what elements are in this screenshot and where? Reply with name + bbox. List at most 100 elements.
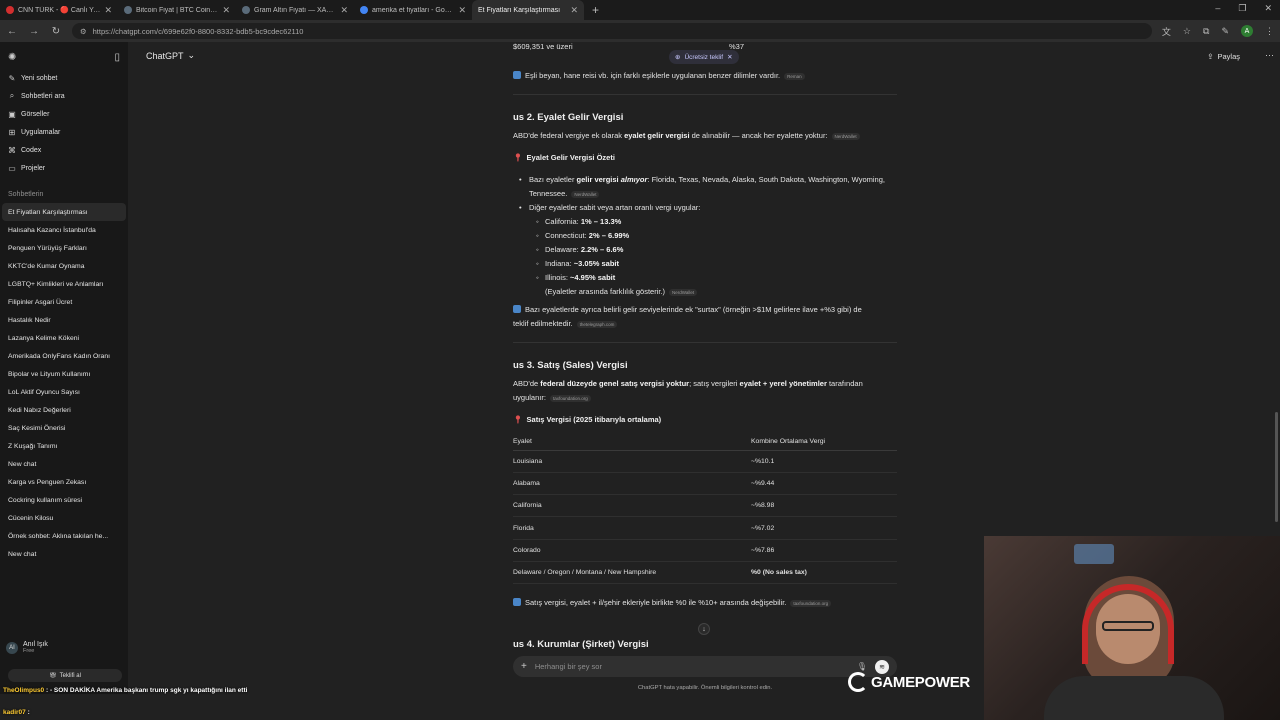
minimize-icon[interactable]: – (1215, 3, 1220, 14)
table-row: Florida ~%7.02 (513, 516, 897, 540)
share-icon: ⇪ (1207, 52, 1214, 61)
edit-icon[interactable]: ✎ (1221, 26, 1229, 37)
image-icon: ▣ (8, 109, 16, 119)
bookmark-icon[interactable]: ☆ (1183, 26, 1191, 37)
browser-tab-active[interactable]: Et Fiyatları Karşılaştırması ✕ (472, 0, 584, 20)
citation-badge[interactable]: Reman (784, 72, 805, 80)
paragraph: Bazı eyaletlerde ayrıca belirli gelir se… (513, 305, 862, 314)
profile-avatar[interactable]: A (1240, 25, 1253, 37)
chat-list-item[interactable]: Amerikada OnlyFans Kadın Oranı (0, 347, 128, 365)
table-cell: Louisiana (513, 450, 751, 473)
stream-chat-message: TheOlimpus0 : - SON DAKİKA Amerika başka… (3, 687, 248, 694)
sidebar-item-images[interactable]: ▣ Görseller (0, 105, 128, 123)
paragraph: ABD'de federal vergiye ek olarak eyalet … (513, 131, 860, 140)
sidebar-item-codex[interactable]: ⌘ Codex (0, 141, 128, 159)
chat-list-item[interactable]: Kedi Nabız Değerleri (0, 401, 128, 419)
table-cell: ~%7.86 (751, 539, 897, 562)
table-cell: ~%7.02 (751, 516, 897, 540)
background-light (1074, 544, 1114, 564)
sidebar-item-search[interactable]: ⌕ Sohbetleri ara (0, 87, 128, 105)
citation-badge[interactable]: NerdWallet (669, 288, 698, 296)
chat-list-item[interactable]: Cücenin Kilosu (0, 509, 128, 527)
user-profile[interactable]: AI Anıl Işık Free (6, 641, 48, 654)
chat-list-item[interactable]: Filipinler Asgari Ücret (0, 293, 128, 311)
chat-list-item[interactable]: Cockring kullanım süresi (0, 491, 128, 509)
table-row: Delaware / Oregon / Montana / New Hampsh… (513, 561, 897, 585)
table-cell: ~%9.44 (751, 472, 897, 496)
close-window-icon[interactable]: ✕ (1264, 3, 1272, 14)
chat-list-item[interactable]: LGBTQ+ Kimlikleri ve Anlamları (0, 275, 128, 293)
paragraph-continued: uygulanır: taxfoundation.org (513, 393, 591, 402)
chat-list-item[interactable]: New chat (0, 455, 128, 473)
sub-list-item: California: 1% – 13.3% (536, 217, 621, 226)
sidebar: ✺ ▯ ✎ Yeni sohbet ⌕ Sohbetleri ara ▣ Görsel… (0, 42, 128, 694)
paragraph: Satış vergisi, eyalet + il/şehir ekleriy… (513, 598, 832, 607)
citation-badge[interactable]: thetelegraph.com (576, 320, 618, 328)
forward-icon[interactable]: → (28, 26, 40, 37)
site-info-icon[interactable]: ⚙ (80, 27, 87, 36)
close-icon[interactable]: ✕ (104, 5, 112, 16)
attach-plus-icon[interactable]: + (521, 661, 527, 672)
note-line: Eşli beyan, hane reisi vb. için farklı e… (513, 71, 805, 80)
reload-icon[interactable]: ↻ (50, 26, 62, 37)
citation-badge[interactable]: taxfoundation.org (790, 599, 832, 607)
scrollbar[interactable] (1275, 412, 1278, 522)
message-composer: + 🎙︎ ≋ (513, 656, 897, 677)
sidebar-item-projects[interactable]: ▭ Projeler (0, 159, 128, 177)
chat-list-item[interactable]: Halısaha Kazancı İstanbul'da (0, 221, 128, 239)
browser-tab[interactable]: CNN TÜRK - 🔴 Canlı Yayın ✕ (0, 0, 118, 20)
code-icon: ⌘ (8, 145, 16, 155)
share-button[interactable]: ⇪ Paylaş (1207, 52, 1240, 61)
prompt-input[interactable] (534, 662, 849, 671)
chat-list-item[interactable]: Z Kuşağı Tanımı (0, 437, 128, 455)
openai-logo-icon[interactable]: ✺ (8, 52, 16, 63)
close-icon[interactable]: ✕ (570, 5, 578, 16)
back-icon[interactable]: ← (6, 26, 18, 37)
sub-list-item: Illinois: ~4.95% sabit (536, 273, 615, 282)
claim-offer-button[interactable]: 🎁︎ Teklifi al (8, 669, 122, 682)
chat-list-item[interactable]: LoL Aktif Oyuncu Sayısı (0, 383, 128, 401)
sub-heading: 📍︎ Satış Vergisi (2025 itibarıyla ortalam… (513, 415, 662, 424)
close-icon[interactable]: ✕ (222, 5, 230, 16)
maximize-icon[interactable]: ❐ (1238, 3, 1246, 14)
new-tab-icon[interactable]: + (584, 3, 607, 17)
column-header: Kombine Ortalama Vergi (751, 434, 897, 451)
citation-badge[interactable]: NerdWallet (831, 132, 860, 140)
chat-list-item[interactable]: Örnek sohbet: Aklına takılan he... (0, 527, 128, 545)
sub-list-item: Delaware: 2.2% – 6.6% (536, 245, 623, 254)
chat-list-item[interactable]: Bipolar ve Lityum Kullanımı (0, 365, 128, 383)
chat-list-item[interactable]: Lazanya Kelime Kökeni (0, 329, 128, 347)
more-options-icon[interactable]: ⋯ (1265, 50, 1274, 61)
sidebar-toggle-icon[interactable]: ▯ (114, 52, 120, 63)
sidebar-item-new-chat[interactable]: ✎ Yeni sohbet (0, 69, 128, 87)
citation-badge[interactable]: NerdWallet (571, 190, 600, 198)
browser-tab[interactable]: amerika et fiyatları - Google Sea✕ (354, 0, 472, 20)
citation-badge[interactable]: taxfoundation.org (549, 394, 591, 402)
browser-tab[interactable]: Gram Altın Fiyatı — XAUTRYG✕ (236, 0, 354, 20)
chat-list-item[interactable]: Et Fiyatları Karşılaştırması (2, 203, 126, 221)
extensions-icon[interactable]: ⧉ (1203, 26, 1209, 37)
microphone-icon[interactable]: 🎙︎ (857, 662, 867, 671)
translate-icon[interactable]: 文 (1162, 25, 1171, 38)
scroll-down-button[interactable]: ↓ (698, 623, 710, 635)
arrow-right-icon (513, 305, 521, 313)
model-selector[interactable]: ChatGPT ⌄ (146, 50, 195, 61)
url-field[interactable]: ⚙ https://chatgpt.com/c/699e62f0-8800-833… (71, 23, 1152, 39)
chat-list-item[interactable]: New chat (0, 545, 128, 563)
user-plan: Free (23, 648, 35, 654)
browser-tab[interactable]: Bitcoin Fiyat | BTC Coin - Invest✕ (118, 0, 236, 20)
chat-list-item[interactable]: Karga vs Penguen Zekası (0, 473, 128, 491)
chat-list-item[interactable]: Penguen Yürüyüş Farkları (0, 239, 128, 257)
gamepower-logo: GAMEPOWER (848, 672, 970, 692)
chat-list-item[interactable]: Hastalık Nedir (0, 311, 128, 329)
tab-favicon-icon (6, 6, 14, 14)
close-icon[interactable]: ✕ (340, 5, 348, 16)
chat-list-item[interactable]: KKTC'de Kumar Oynama (0, 257, 128, 275)
close-icon[interactable]: ✕ (458, 5, 466, 16)
sidebar-item-apps[interactable]: ⊞ Uygulamalar (0, 123, 128, 141)
assistant-message: $609,351 ve üzeri %37 Eşli beyan, hane r… (513, 42, 897, 694)
table-cell: ~%8.98 (751, 494, 897, 518)
chat-list-item[interactable]: Saç Kesimi Önerisi (0, 419, 128, 437)
menu-icon[interactable]: ⋮ (1265, 26, 1274, 37)
section-heading: us 4. Kurumlar (Şirket) Vergisi (513, 639, 649, 650)
